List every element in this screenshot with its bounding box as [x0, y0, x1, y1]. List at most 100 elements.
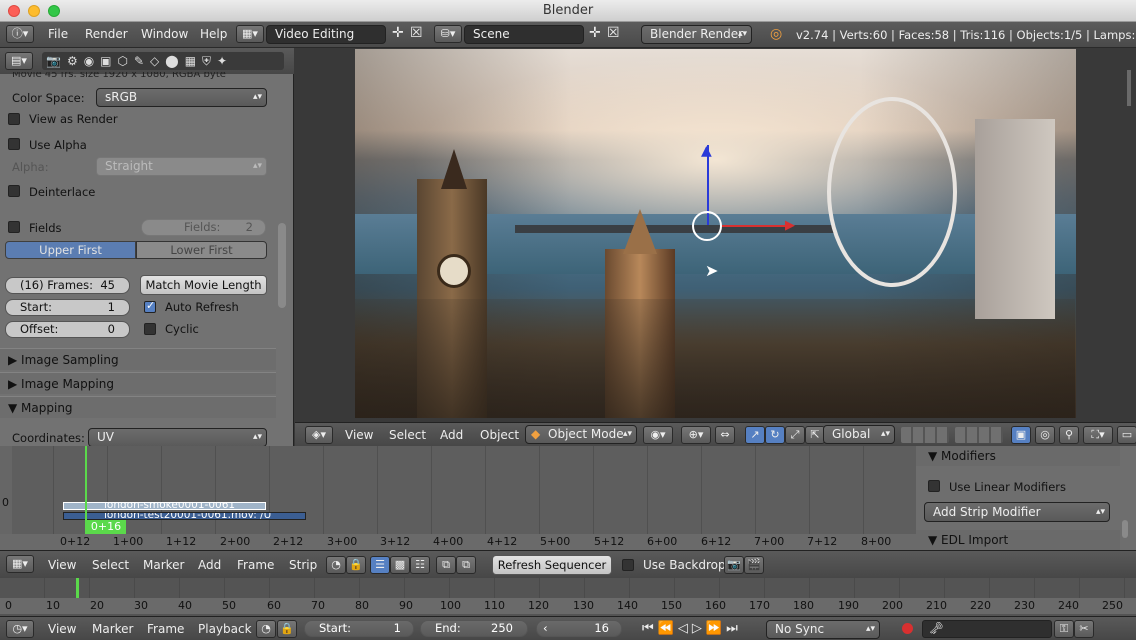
start-frame-field[interactable]: Start: 1: [304, 620, 414, 637]
view3d-editor-icon[interactable]: ◈▾: [305, 426, 333, 444]
info-editor-icon[interactable]: ⓘ▾: [6, 25, 34, 43]
properties-editor-icon[interactable]: ▤▾: [5, 52, 33, 70]
manipulator-circle[interactable]: [692, 211, 722, 241]
frames-number[interactable]: (16) Frames: 45: [5, 277, 130, 294]
mode-select[interactable]: ◆ Object Mode ▴▾: [525, 425, 637, 444]
view-type-icon[interactable]: ◔: [326, 556, 346, 574]
render-only-icon[interactable]: ◎: [1035, 426, 1055, 444]
sequencer-editor-icon[interactable]: ▦▾: [6, 555, 34, 573]
mapping-panel[interactable]: ▼ Mapping: [0, 396, 276, 418]
modifiers-panel[interactable]: ▼ Modifiers: [916, 446, 1120, 466]
match-movie-length-button[interactable]: Match Movie Length: [140, 275, 267, 295]
use-alpha-checkbox[interactable]: [8, 138, 20, 150]
arrow-right-icon[interactable]: ▶: [785, 218, 795, 233]
fields-number[interactable]: Fields: 2: [141, 219, 266, 236]
render-still-icon[interactable]: 📷: [724, 556, 744, 574]
delete-screen-icon[interactable]: ☒: [410, 25, 423, 41]
refresh-sequencer-button[interactable]: Refresh Sequencer: [492, 555, 612, 575]
image-sampling-panel[interactable]: ▶ Image Sampling: [0, 348, 276, 370]
add-scene-icon[interactable]: ✛: [589, 25, 601, 41]
preview-view-icon[interactable]: ▩: [390, 556, 410, 574]
deinterlace-checkbox[interactable]: [8, 185, 20, 197]
view-as-render-checkbox[interactable]: [8, 113, 20, 125]
scale-icon[interactable]: ⤢: [785, 426, 805, 444]
menu-file[interactable]: File: [48, 27, 68, 41]
x-axis-arrow[interactable]: [721, 225, 791, 227]
seq-preview-icon[interactable]: ☷: [410, 556, 430, 574]
vp-menu-view[interactable]: View: [345, 428, 373, 442]
layers-grid-1[interactable]: [901, 427, 949, 443]
transform-icon[interactable]: ⇱: [805, 426, 825, 444]
seq-menu-select[interactable]: Select: [92, 558, 129, 572]
use-linear-modifiers-checkbox[interactable]: [928, 480, 940, 492]
screen-layout-icon[interactable]: ▦▾: [236, 25, 264, 43]
snap-icon[interactable]: ⛶▾: [1083, 426, 1113, 444]
zoom-icon[interactable]: [48, 5, 60, 17]
upper-first-toggle[interactable]: Upper First: [5, 241, 136, 259]
alpha-select[interactable]: Straight ▴▾: [96, 157, 267, 176]
auto-refresh-checkbox[interactable]: ✓: [144, 299, 156, 313]
insert-keyframe-icon[interactable]: ⚿: [1054, 620, 1074, 638]
minimize-icon[interactable]: [28, 5, 40, 17]
scene-select[interactable]: Scene: [464, 25, 584, 44]
close-icon[interactable]: [8, 5, 20, 17]
vp-menu-select[interactable]: Select: [389, 428, 426, 442]
strip-london-test[interactable]: london-test20001-0061.mov: /U: [63, 512, 306, 520]
seq-menu-view[interactable]: View: [48, 558, 76, 572]
add-strip-modifier-select[interactable]: Add Strip Modifier ▴▾: [924, 502, 1110, 522]
add-screen-icon[interactable]: ✛: [392, 25, 404, 41]
vp-menu-object[interactable]: Object: [480, 428, 519, 442]
pivot-icon[interactable]: ⊕▾: [681, 426, 711, 444]
copy-icon[interactable]: ⧉: [436, 556, 456, 574]
end-frame-field[interactable]: End: 250: [420, 620, 528, 637]
coordinates-select[interactable]: UV ▴▾: [88, 428, 267, 447]
screen-layout-select[interactable]: Video Editing: [266, 25, 386, 44]
fields-checkbox[interactable]: [8, 221, 20, 233]
tl-menu-playback[interactable]: Playback: [198, 622, 252, 636]
properties-scrollbar[interactable]: [278, 223, 286, 308]
context-tabs[interactable]: 📷⚙◉▣⬡✎◇⬤▦⛨✦: [42, 52, 284, 70]
tl-menu-frame[interactable]: Frame: [147, 622, 184, 636]
rotate-icon[interactable]: ↻: [765, 426, 785, 444]
render-anim-icon[interactable]: 🎬: [744, 556, 764, 574]
timeline-area[interactable]: 0 10 20 30 40 50 60 70 80 90 100 110 120…: [0, 578, 1136, 616]
edl-import-panel[interactable]: ▼ EDL Import: [916, 530, 1120, 550]
seq-menu-marker[interactable]: Marker: [143, 558, 184, 572]
paste-icon[interactable]: ⧉: [456, 556, 476, 574]
render-engine-select[interactable]: Blender Render ▴▾: [641, 25, 752, 44]
seq-menu-strip[interactable]: Strip: [289, 558, 317, 572]
timeline-playhead[interactable]: [76, 578, 79, 598]
seq-ruler[interactable]: 0+12 1+00 1+12 2+00 2+12 3+00 3+12 4+00 …: [0, 534, 916, 550]
lock-icon[interactable]: 🔒: [346, 556, 366, 574]
start-number[interactable]: Start: 1: [5, 299, 130, 316]
vp-menu-add[interactable]: Add: [440, 428, 463, 442]
playback-controls[interactable]: ⏮⏪◁▷⏩⏭: [642, 621, 758, 638]
y-scroll[interactable]: [0, 446, 12, 534]
color-space-select[interactable]: sRGB ▴▾: [96, 88, 267, 107]
lower-first-toggle[interactable]: Lower First: [136, 241, 267, 259]
arrow-up-icon[interactable]: ▲: [701, 143, 712, 159]
timeline-editor-icon[interactable]: ◷▾: [6, 620, 34, 638]
current-frame-field[interactable]: ‹ 16: [536, 620, 622, 637]
strip-smoke[interactable]: london-smoke0001-0061: [63, 502, 266, 510]
render-camera-icon[interactable]: ▭: [1117, 426, 1136, 444]
sync-select[interactable]: No Sync ▴▾: [766, 620, 880, 639]
tl-menu-view[interactable]: View: [48, 622, 76, 636]
translate-icon[interactable]: ↗: [745, 426, 765, 444]
orientation-select[interactable]: Global ▴▾: [823, 425, 895, 444]
keying-set-field[interactable]: 🗝: [922, 620, 1052, 638]
delete-keyframe-icon[interactable]: ✂: [1074, 620, 1094, 638]
timeline-ruler[interactable]: 0 10 20 30 40 50 60 70 80 90 100 110 120…: [0, 598, 1136, 614]
layers-grid-2[interactable]: [955, 427, 1003, 443]
3d-viewport[interactable]: ▲ ▶ ➤: [295, 48, 1136, 422]
menu-window[interactable]: Window: [141, 27, 188, 41]
viewport-scrollbar[interactable]: [1127, 70, 1131, 106]
offset-number[interactable]: Offset: 0: [5, 321, 130, 338]
lock-camera-icon[interactable]: ▣: [1011, 426, 1031, 444]
preview-range-icon[interactable]: ◔: [256, 620, 276, 638]
scene-icon[interactable]: ⛁▾: [434, 25, 462, 43]
sequencer-view-icon[interactable]: ☰: [370, 556, 390, 574]
menu-help[interactable]: Help: [200, 27, 227, 41]
record-icon[interactable]: [902, 623, 913, 634]
sequencer-area[interactable]: 0 london-smoke0001-0061 london-test20001…: [0, 446, 916, 550]
